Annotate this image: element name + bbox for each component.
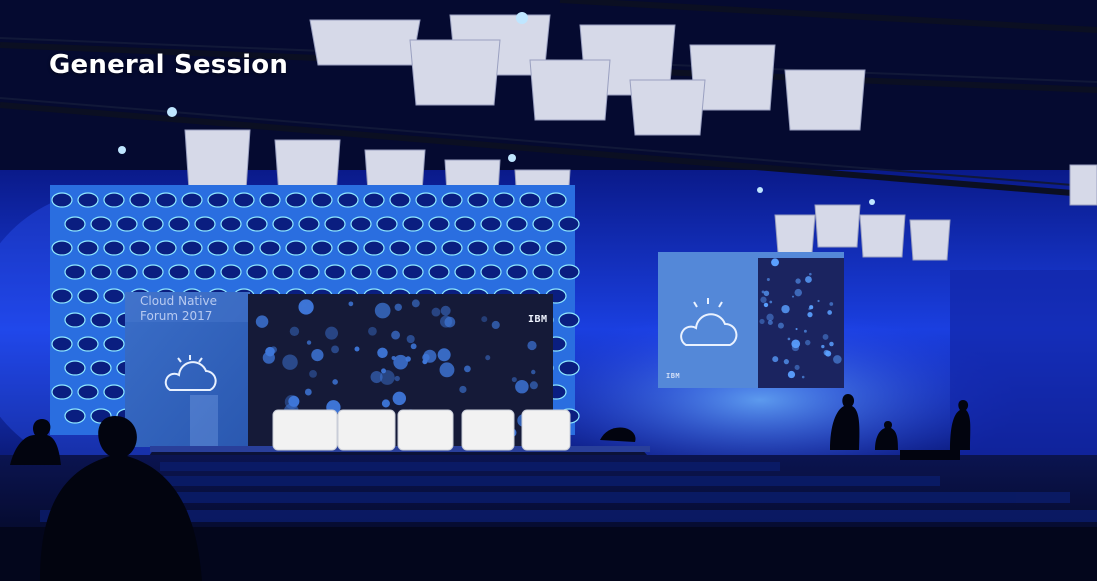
session-title: General Session xyxy=(49,50,289,80)
photo-scene: General Session Cloud Native Forum 2017 … xyxy=(0,0,1097,581)
event-hall-photo xyxy=(0,0,1097,581)
left-screen-text: Cloud Native Forum 2017 xyxy=(140,294,217,323)
right-screen-logo: IBM xyxy=(666,372,681,380)
stage-logo: IBM xyxy=(528,314,548,325)
